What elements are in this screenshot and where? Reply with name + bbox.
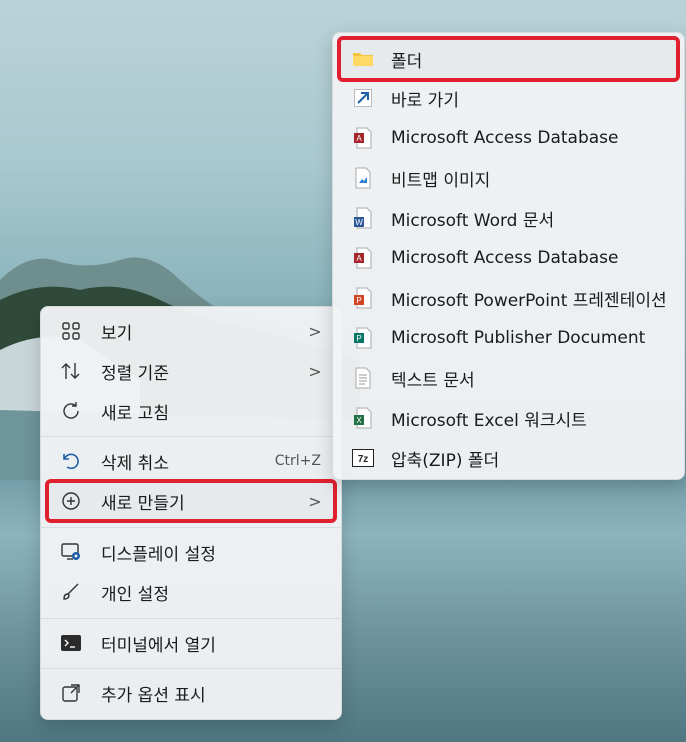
terminal-icon (59, 631, 83, 655)
menu-divider (41, 436, 341, 437)
plus-circle-icon (59, 489, 83, 513)
zip-icon: 7z (351, 446, 375, 470)
submenu-item-folder[interactable]: 폴더 (337, 36, 680, 82)
submenu-item-powerpoint[interactable]: P Microsoft PowerPoint 프레젠테이션 (339, 280, 678, 316)
svg-text:W: W (355, 218, 363, 227)
submenu-item-bitmap[interactable]: 비트맵 이미지 (339, 160, 678, 196)
submenu-item-label: Microsoft Access Database (391, 248, 619, 268)
shortcut-text: Ctrl+Z (274, 453, 321, 469)
undo-icon (59, 449, 83, 473)
menu-item-label: 새로 만들기 (101, 493, 185, 514)
display-settings-icon (59, 540, 83, 564)
menu-item-label: 정렬 기준 (101, 363, 169, 384)
submenu-item-label: 텍스트 문서 (391, 370, 475, 391)
menu-item-more-options[interactable]: 추가 옵션 표시 (47, 675, 335, 711)
submenu-item-access-db-2[interactable]: A Microsoft Access Database (339, 240, 678, 276)
menu-item-label: 터미널에서 열기 (101, 635, 216, 656)
new-submenu: 폴더 바로 가기 A Microsoft Access Database 비트맵… (332, 32, 685, 480)
submenu-item-label: 바로 가기 (391, 90, 459, 111)
svg-text:P: P (356, 334, 361, 343)
svg-text:P: P (356, 296, 361, 305)
shortcut-arrow-icon (351, 86, 375, 110)
menu-item-new[interactable]: 새로 만들기 > (45, 479, 337, 523)
menu-item-label: 삭제 취소 (101, 453, 169, 474)
grid-icon (59, 319, 83, 343)
text-doc-icon (351, 366, 375, 390)
svg-text:7z: 7z (358, 454, 369, 465)
submenu-item-access-db[interactable]: A Microsoft Access Database (339, 120, 678, 156)
menu-divider (41, 668, 341, 669)
access-icon: A (351, 126, 375, 150)
access-icon: A (351, 246, 375, 270)
powerpoint-icon: P (351, 286, 375, 310)
submenu-item-label: Microsoft PowerPoint 프레젠테이션 (391, 290, 667, 311)
menu-item-open-terminal[interactable]: 터미널에서 열기 (47, 625, 335, 661)
chevron-right-icon: > (308, 321, 322, 341)
menu-divider (41, 527, 341, 528)
submenu-item-label: Microsoft Word 문서 (391, 210, 555, 231)
submenu-item-label: Microsoft Access Database (391, 128, 619, 148)
menu-item-sort[interactable]: 정렬 기준 > (47, 353, 335, 389)
submenu-item-label: Microsoft Publisher Document (391, 328, 646, 348)
publisher-icon: P (351, 326, 375, 350)
submenu-item-label: 폴더 (391, 51, 423, 72)
menu-item-label: 개인 설정 (101, 584, 169, 605)
submenu-item-word[interactable]: W Microsoft Word 문서 (339, 200, 678, 236)
submenu-item-text-document[interactable]: 텍스트 문서 (339, 360, 678, 396)
menu-item-view[interactable]: 보기 > (47, 313, 335, 349)
refresh-icon (59, 399, 83, 423)
bitmap-icon (351, 166, 375, 190)
submenu-item-label: 비트맵 이미지 (391, 170, 491, 191)
submenu-item-label: Microsoft Excel 워크시트 (391, 410, 587, 431)
menu-item-display-settings[interactable]: 디스플레이 설정 (47, 534, 335, 570)
menu-divider (41, 618, 341, 619)
brush-icon (59, 580, 83, 604)
excel-icon: X (351, 406, 375, 430)
external-icon (59, 681, 83, 705)
menu-item-undo-delete[interactable]: 삭제 취소 Ctrl+Z (47, 443, 335, 479)
sort-icon (59, 359, 83, 383)
menu-item-label: 새로 고침 (101, 403, 169, 424)
folder-icon (351, 47, 375, 71)
svg-text:A: A (356, 134, 362, 143)
menu-item-label: 추가 옵션 표시 (101, 685, 206, 706)
menu-item-personalize[interactable]: 개인 설정 (47, 574, 335, 610)
submenu-item-excel[interactable]: X Microsoft Excel 워크시트 (339, 400, 678, 436)
menu-item-label: 보기 (101, 323, 133, 344)
menu-item-refresh[interactable]: 새로 고침 (47, 393, 335, 429)
submenu-item-label: 압축(ZIP) 폴더 (391, 450, 500, 471)
context-menu: 보기 > 정렬 기준 > 새로 고침 삭제 취소 Ctrl+Z 새로 만들기 > (40, 306, 342, 720)
chevron-right-icon: > (308, 491, 322, 511)
submenu-item-shortcut[interactable]: 바로 가기 (339, 80, 678, 116)
word-icon: W (351, 206, 375, 230)
chevron-right-icon: > (308, 361, 322, 381)
svg-text:X: X (356, 416, 362, 425)
submenu-item-publisher[interactable]: P Microsoft Publisher Document (339, 320, 678, 356)
menu-item-label: 디스플레이 설정 (101, 544, 216, 565)
submenu-item-zip-folder[interactable]: 7z 압축(ZIP) 폴더 (339, 440, 678, 476)
svg-text:A: A (356, 254, 362, 263)
